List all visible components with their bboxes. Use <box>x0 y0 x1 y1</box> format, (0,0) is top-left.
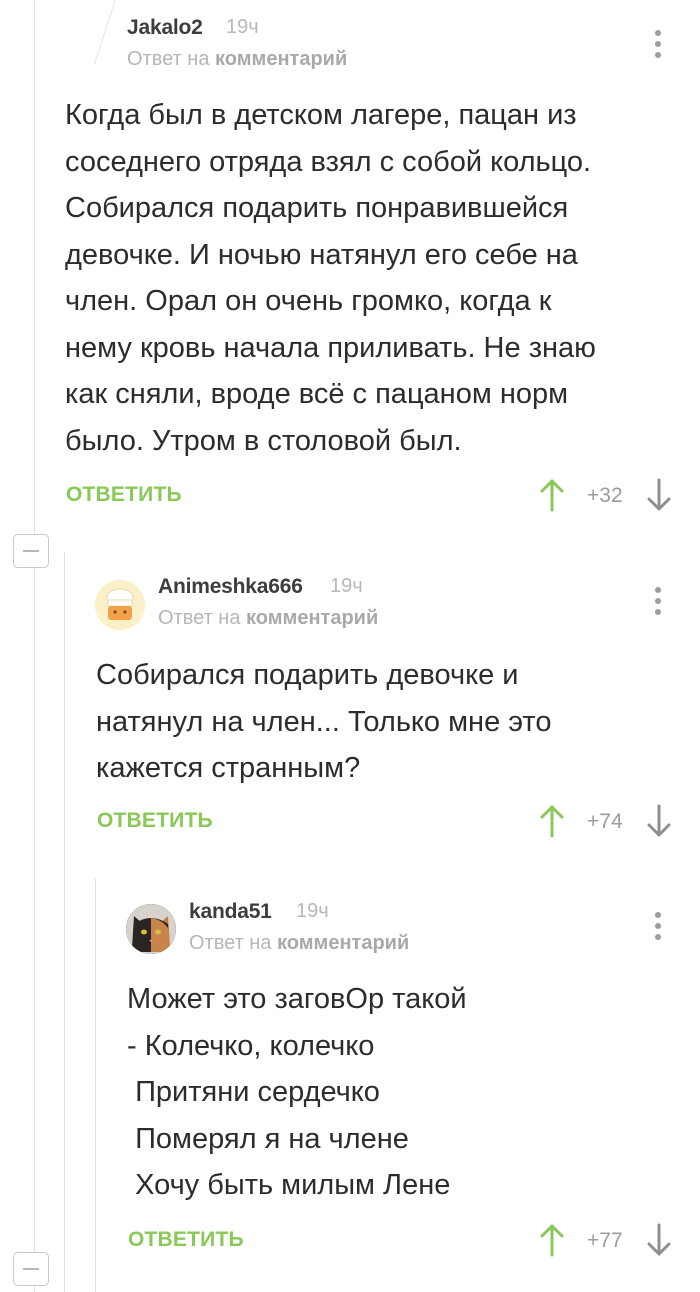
reply-to-line: Ответ на комментарий <box>189 932 409 955</box>
comment-animeshka666: Animeshka666 19ч Ответ на комментарий Со… <box>0 560 700 860</box>
comment-body: Может это заговОр такой - Колечко, колеч… <box>127 983 467 1201</box>
upvote-arrow-icon[interactable] <box>540 478 564 512</box>
cat-avatar-icon <box>126 904 176 954</box>
more-options-icon[interactable] <box>654 587 662 617</box>
downvote-arrow-icon[interactable] <box>647 1223 671 1257</box>
reply-to-line: Ответ на комментарий <box>127 48 347 71</box>
comment-rating: +32 <box>587 484 623 507</box>
downvote-arrow-icon[interactable] <box>647 804 671 838</box>
comment-time: 19ч <box>296 900 329 922</box>
comment-time: 19ч <box>330 575 363 597</box>
reply-to-comment-link[interactable]: комментарий <box>246 607 378 629</box>
comment-time: 19ч <box>226 16 259 38</box>
comment-author[interactable]: kanda51 <box>189 900 272 924</box>
chef-avatar-icon <box>95 580 145 630</box>
more-options-icon[interactable] <box>654 30 662 60</box>
downvote-arrow-icon[interactable] <box>647 478 671 512</box>
comment-body: Когда был в детском лагере, пацан из сос… <box>65 99 596 457</box>
comment-author[interactable]: Jakalo2 <box>127 16 203 40</box>
reply-prefix: Ответ на <box>189 932 272 954</box>
reply-prefix: Ответ на <box>127 48 210 70</box>
comment-kanda51: kanda51 19ч Ответ на комментарий Может э… <box>0 880 700 1292</box>
reply-to-comment-link[interactable]: комментарий <box>277 932 409 954</box>
reply-prefix: Ответ на <box>158 607 241 629</box>
upvote-arrow-icon[interactable] <box>540 804 564 838</box>
upvote-arrow-icon[interactable] <box>540 1223 564 1257</box>
comment-jakalo2: Jakalo2 19ч Ответ на комментарий Когда б… <box>0 0 700 520</box>
comment-body: Собирался подарить девочке и натянул на … <box>96 659 552 784</box>
reply-to-line: Ответ на комментарий <box>158 607 378 630</box>
reply-button[interactable]: ОТВЕТИТЬ <box>97 809 213 833</box>
reply-to-comment-link[interactable]: комментарий <box>215 48 347 70</box>
avatar[interactable] <box>126 904 176 954</box>
comment-rating: +74 <box>587 810 623 833</box>
reply-button[interactable]: ОТВЕТИТЬ <box>66 483 182 507</box>
avatar[interactable] <box>95 580 145 630</box>
comment-rating: +77 <box>587 1229 623 1252</box>
reply-button[interactable]: ОТВЕТИТЬ <box>128 1228 244 1252</box>
comment-author[interactable]: Animeshka666 <box>158 575 303 599</box>
more-options-icon[interactable] <box>654 912 662 942</box>
